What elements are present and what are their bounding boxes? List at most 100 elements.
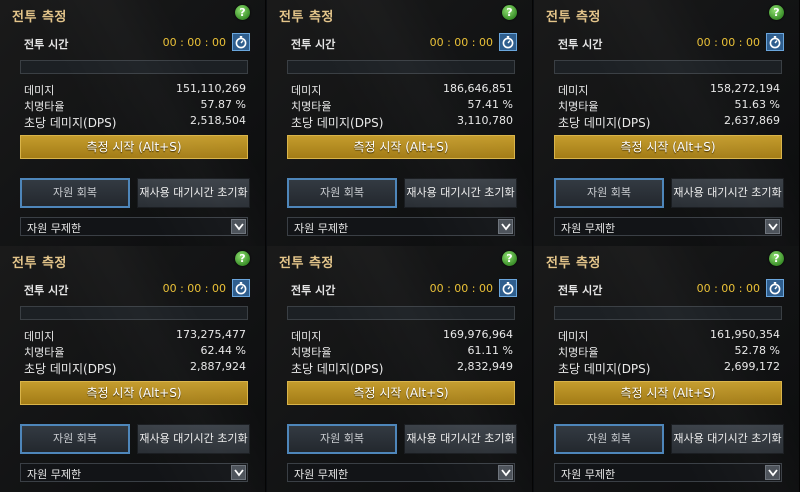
panel-titlebar: 전투 측정 ? — [534, 246, 799, 272]
stopwatch-icon[interactable] — [499, 33, 517, 51]
crit-rate-value: 57.87 % — [200, 98, 246, 111]
damage-value: 169,976,964 — [443, 328, 513, 341]
damage-label: 데미지 — [291, 84, 322, 97]
help-icon[interactable]: ? — [235, 5, 250, 20]
combat-time-label: 전투 시간 — [24, 284, 69, 297]
stopwatch-icon[interactable] — [232, 279, 250, 297]
dps-label: 초당 데미지(DPS) — [291, 362, 384, 376]
crit-rate-value: 52.78 % — [734, 344, 780, 357]
resource-mode-dropdown[interactable]: 자원 무제한 — [554, 463, 782, 482]
chevron-down-icon[interactable] — [231, 219, 246, 234]
panel-titlebar: 전투 측정 ? — [0, 246, 265, 272]
crit-rate-row: 치명타율 62.44 % — [24, 344, 246, 360]
start-measure-button[interactable]: 측정 시작 (Alt+S) — [287, 381, 515, 405]
damage-label: 데미지 — [24, 84, 55, 97]
combat-meter-panel: 전투 측정 ? 전투 시간 00 : 00 : 00 데미지 158,272,1… — [534, 0, 800, 246]
dps-value: 2,832,949 — [457, 360, 513, 373]
damage-value: 173,275,477 — [176, 328, 246, 341]
combat-progress-bar — [287, 306, 515, 320]
resource-mode-dropdown[interactable]: 자원 무제한 — [554, 217, 782, 236]
panel-titlebar: 전투 측정 ? — [267, 0, 532, 26]
cooldown-reset-button[interactable]: 재사용 대기시간 초기화 — [671, 178, 784, 208]
dps-label: 초당 데미지(DPS) — [558, 116, 651, 130]
help-icon[interactable]: ? — [769, 251, 784, 266]
combat-progress-bar — [554, 306, 782, 320]
combat-time-label: 전투 시간 — [558, 284, 603, 297]
dps-row: 초당 데미지(DPS) 2,832,949 — [291, 360, 513, 376]
damage-label: 데미지 — [24, 330, 55, 343]
resource-recovery-button[interactable]: 자원 회복 — [554, 178, 664, 208]
combat-time-label: 전투 시간 — [24, 38, 69, 51]
combat-progress-bar — [287, 60, 515, 74]
damage-label: 데미지 — [291, 330, 322, 343]
help-icon[interactable]: ? — [502, 251, 517, 266]
combat-progress-bar — [20, 306, 248, 320]
cooldown-reset-button[interactable]: 재사용 대기시간 초기화 — [137, 424, 250, 454]
start-measure-button[interactable]: 측정 시작 (Alt+S) — [20, 135, 248, 159]
chevron-down-icon[interactable] — [765, 465, 780, 480]
resource-recovery-button[interactable]: 자원 회복 — [20, 424, 130, 454]
start-measure-button[interactable]: 측정 시작 (Alt+S) — [554, 381, 782, 405]
start-measure-button[interactable]: 측정 시작 (Alt+S) — [20, 381, 248, 405]
cooldown-reset-button[interactable]: 재사용 대기시간 초기화 — [404, 178, 517, 208]
combat-time-label: 전투 시간 — [558, 38, 603, 51]
resource-recovery-button[interactable]: 자원 회복 — [554, 424, 664, 454]
panel-titlebar: 전투 측정 ? — [534, 0, 799, 26]
cooldown-reset-button[interactable]: 재사용 대기시간 초기화 — [671, 424, 784, 454]
combat-progress-bar — [20, 60, 248, 74]
combat-progress-bar — [554, 60, 782, 74]
stopwatch-icon[interactable] — [766, 279, 784, 297]
resource-recovery-button[interactable]: 자원 회복 — [287, 424, 397, 454]
combat-time-row: 전투 시간 00 : 00 : 00 — [554, 33, 786, 53]
stopwatch-icon[interactable] — [499, 279, 517, 297]
dropdown-selected-value: 자원 무제한 — [27, 222, 82, 235]
resource-mode-dropdown[interactable]: 자원 무제한 — [20, 217, 248, 236]
resource-recovery-button[interactable]: 자원 회복 — [287, 178, 397, 208]
dropdown-selected-value: 자원 무제한 — [294, 468, 349, 481]
crit-rate-label: 치명타율 — [291, 100, 332, 113]
crit-rate-value: 62.44 % — [200, 344, 246, 357]
dps-row: 초당 데미지(DPS) 2,887,924 — [24, 360, 246, 376]
resource-mode-dropdown[interactable]: 자원 무제한 — [20, 463, 248, 482]
chevron-down-icon[interactable] — [231, 465, 246, 480]
damage-row: 데미지 151,110,269 — [24, 82, 246, 98]
combat-time-row: 전투 시간 00 : 00 : 00 — [554, 279, 786, 299]
panel-title: 전투 측정 — [279, 10, 334, 25]
resource-mode-dropdown[interactable]: 자원 무제한 — [287, 463, 515, 482]
combat-time-row: 전투 시간 00 : 00 : 00 — [20, 33, 252, 53]
dps-row: 초당 데미지(DPS) 2,699,172 — [558, 360, 780, 376]
help-icon[interactable]: ? — [502, 5, 517, 20]
crit-rate-value: 57.41 % — [467, 98, 513, 111]
chevron-down-icon[interactable] — [498, 465, 513, 480]
crit-rate-row: 치명타율 52.78 % — [558, 344, 780, 360]
help-icon[interactable]: ? — [235, 251, 250, 266]
dps-value: 2,637,869 — [724, 114, 780, 127]
cooldown-reset-button[interactable]: 재사용 대기시간 초기화 — [137, 178, 250, 208]
stopwatch-icon[interactable] — [232, 33, 250, 51]
start-measure-button[interactable]: 측정 시작 (Alt+S) — [287, 135, 515, 159]
damage-value: 158,272,194 — [710, 82, 780, 95]
crit-rate-label: 치명타율 — [291, 346, 332, 359]
crit-rate-row: 치명타율 61.11 % — [291, 344, 513, 360]
start-measure-button[interactable]: 측정 시작 (Alt+S) — [554, 135, 782, 159]
panel-titlebar: 전투 측정 ? — [0, 0, 265, 26]
dps-value: 2,518,504 — [190, 114, 246, 127]
chevron-down-icon[interactable] — [498, 219, 513, 234]
combat-time-row: 전투 시간 00 : 00 : 00 — [287, 279, 519, 299]
combat-meter-panel: 전투 측정 ? 전투 시간 00 : 00 : 00 데미지 151,110,2… — [0, 0, 266, 246]
chevron-down-icon[interactable] — [765, 219, 780, 234]
crit-rate-label: 치명타율 — [24, 346, 65, 359]
combat-meter-panel: 전투 측정 ? 전투 시간 00 : 00 : 00 데미지 173,275,4… — [0, 246, 266, 492]
cooldown-reset-button[interactable]: 재사용 대기시간 초기화 — [404, 424, 517, 454]
stopwatch-icon[interactable] — [766, 33, 784, 51]
help-icon[interactable]: ? — [769, 5, 784, 20]
resource-recovery-button[interactable]: 자원 회복 — [20, 178, 130, 208]
panel-title: 전투 측정 — [12, 256, 67, 271]
resource-mode-dropdown[interactable]: 자원 무제한 — [287, 217, 515, 236]
combat-time-label: 전투 시간 — [291, 284, 336, 297]
combat-time-value: 00 : 00 : 00 — [696, 36, 760, 49]
dropdown-selected-value: 자원 무제한 — [561, 222, 616, 235]
crit-rate-label: 치명타율 — [24, 100, 65, 113]
dps-value: 2,699,172 — [724, 360, 780, 373]
dps-row: 초당 데미지(DPS) 2,637,869 — [558, 114, 780, 130]
